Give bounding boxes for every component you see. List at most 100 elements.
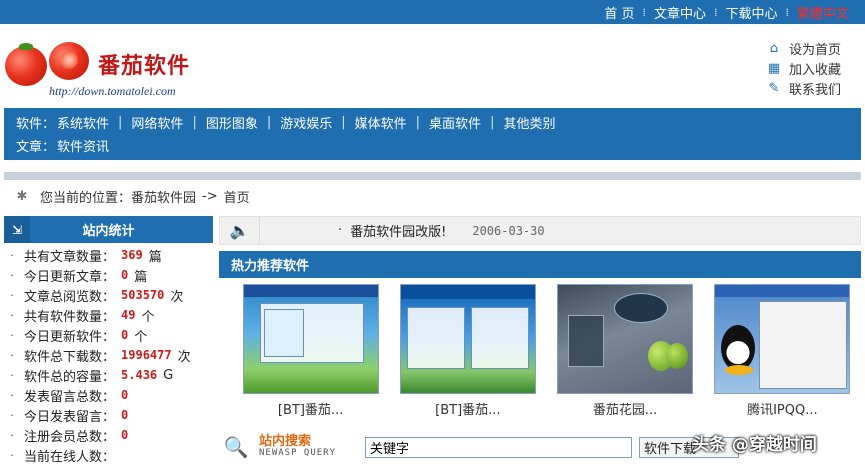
site-search-subtitle: NEWASP QUERY	[259, 448, 337, 459]
stat-value: 5.436	[121, 368, 158, 382]
stat-row: · 当前在线人数：	[4, 445, 213, 465]
article-category-label: 文章：	[16, 140, 56, 155]
stat-label: 当前在线人数：	[24, 449, 116, 465]
logo-title: 番茄软件	[98, 53, 191, 79]
search-input[interactable]	[365, 436, 632, 458]
site-search-title: 站内搜索	[259, 433, 312, 449]
stat-label: 文章总阅览数：	[24, 289, 116, 305]
bullet-icon: ·	[10, 408, 14, 422]
breadcrumb-site-link[interactable]: 番茄软件园	[131, 187, 196, 206]
software-category-label: 软件：	[16, 117, 56, 132]
stat-value: 369	[121, 248, 143, 262]
category-nav: 软件： 系统软件 | 网络软件 | 图形图象 | 游戏娱乐 | 媒体软件 | 桌…	[4, 108, 861, 160]
software-screenshot[interactable]	[399, 284, 536, 394]
stat-label: 今日更新文章：	[24, 269, 116, 285]
home-icon: ⌂	[769, 40, 779, 56]
bullet-icon: ·	[10, 288, 14, 302]
software-card[interactable]: 腾讯IPQQ...	[704, 284, 861, 418]
article-category-row: 文章： 软件资讯	[16, 134, 849, 157]
category-network-software[interactable]: 网络软件	[122, 113, 192, 132]
speaker-icon: 🔈	[220, 217, 260, 244]
software-card[interactable]: 番茄花园...	[547, 284, 704, 418]
site-stats-header: ⇲ 站内统计	[4, 216, 213, 243]
watermark: 头条 @穿越时间	[692, 435, 817, 455]
stat-label: 软件总的容量：	[24, 369, 116, 385]
site-search-title-block: 站内搜索 NEWASP QUERY	[259, 433, 365, 459]
stat-label: 注册会员总数：	[24, 429, 116, 445]
top-nav-downloads[interactable]: 下载中心	[717, 3, 785, 22]
stat-row: · 文章总阅览数： 503570 次	[4, 285, 213, 305]
breadcrumb: ✱ 您当前的位置： 番茄软件园 -> 首页	[4, 184, 861, 208]
top-nav-articles[interactable]: 文章中心	[646, 3, 714, 22]
bullet-icon: ·	[10, 428, 14, 442]
search-icon: 🔍	[223, 435, 249, 459]
bullet-icon: ·	[10, 368, 14, 382]
gift-icon: ▦	[767, 60, 781, 76]
stat-row: · 注册会员总数： 0	[4, 425, 213, 445]
set-homepage-label: 设为首页	[789, 42, 842, 58]
software-screenshot[interactable]	[242, 284, 379, 394]
stat-label: 发表留言总数：	[24, 389, 116, 405]
stat-value: 0	[121, 408, 129, 422]
software-caption[interactable]: 腾讯IPQQ...	[747, 399, 818, 418]
bullet-icon: ·	[10, 348, 14, 362]
software-caption[interactable]: [BT]番茄...	[435, 399, 500, 418]
category-media-software[interactable]: 媒体软件	[346, 113, 416, 132]
bullet-icon: ·	[10, 248, 14, 262]
announcement-link[interactable]: 番茄软件园改版!	[350, 221, 446, 240]
software-caption[interactable]: 番茄花园...	[593, 399, 657, 418]
stat-label: 今日更新软件：	[24, 329, 116, 345]
location-icon: ✱	[16, 188, 28, 204]
software-screenshot[interactable]	[557, 284, 694, 394]
stat-unit: 个	[134, 329, 148, 345]
stat-value: 0	[121, 328, 129, 342]
site-stats-panel: ⇲ 站内统计 · 共有文章数量： 369 篇 · 今日更新文章： 0 篇 · 文章总阅览数： 5…	[4, 216, 213, 469]
arrow-down-icon: ⇲	[4, 216, 30, 243]
top-nav: 首 页 ⁞ 文章中心 ⁞ 下载中心 ⁞ 繁體中文	[596, 0, 857, 24]
stat-row: · 发表留言总数： 0	[4, 385, 213, 405]
top-nav-traditional-chinese[interactable]: 繁體中文	[789, 3, 857, 22]
category-system-software[interactable]: 系统软件	[57, 113, 118, 132]
stat-row: · 软件总下载数： 1996477 次	[4, 345, 213, 365]
contact-us-label: 联系我们	[789, 82, 842, 98]
top-nav-home[interactable]: 首 页	[596, 3, 642, 22]
category-software-news[interactable]: 软件资讯	[57, 136, 118, 155]
software-screenshot[interactable]	[714, 284, 851, 394]
category-games[interactable]: 游戏娱乐	[271, 113, 341, 132]
bullet-icon: ·	[10, 388, 14, 402]
stat-label: 共有文章数量：	[24, 249, 116, 265]
stat-value: 0	[121, 268, 129, 282]
category-desktop-software[interactable]: 桌面软件	[420, 113, 490, 132]
breadcrumb-arrow: ->	[202, 188, 218, 204]
breadcrumb-prefix: 您当前的位置：	[40, 190, 132, 206]
add-favorite-link[interactable]: ▦ 加入收藏	[767, 58, 849, 78]
stat-value: 0	[121, 428, 129, 442]
stat-row: · 今日更新软件： 0 个	[4, 325, 213, 345]
sliced-tomato-icon	[49, 42, 89, 80]
stat-unit: 篇	[148, 249, 162, 265]
contact-us-link[interactable]: ✎ 联系我们	[767, 78, 849, 98]
site-logo[interactable]: 番茄软件 http://down.tomatolei.com	[3, 38, 213, 108]
software-card[interactable]: [BT]番茄...	[232, 284, 389, 418]
site-stats-title: 站内统计	[82, 224, 135, 239]
quick-links: ⌂ 设为首页 ▦ 加入收藏 ✎ 联系我们	[767, 38, 849, 98]
site-stats-list: · 共有文章数量： 369 篇 · 今日更新文章： 0 篇 · 文章总阅览数： 503570 次 …	[4, 243, 213, 465]
edit-icon: ✎	[768, 80, 780, 96]
site-header: 番茄软件 http://down.tomatolei.com ⌂ 设为首页 ▦ …	[0, 24, 865, 108]
stat-value: 1996477	[121, 348, 172, 362]
stat-label: 软件总下载数：	[24, 349, 116, 365]
hot-software-list: [BT]番茄... [BT]番茄... 番茄花园... 腾讯IPQQ...	[219, 278, 861, 418]
stat-unit: 次	[177, 349, 191, 365]
stat-label: 共有软件数量：	[24, 309, 116, 325]
announcement-bullet: ·	[338, 223, 343, 238]
hot-software-title: 热力推荐软件	[219, 251, 861, 278]
breadcrumb-current: 首页	[223, 190, 250, 206]
bullet-icon: ·	[10, 328, 14, 342]
add-favorite-label: 加入收藏	[789, 62, 842, 78]
category-other[interactable]: 其他类别	[494, 113, 564, 132]
software-card[interactable]: [BT]番茄...	[389, 284, 546, 418]
category-graphics[interactable]: 图形图象	[197, 113, 267, 132]
software-caption[interactable]: [BT]番茄...	[278, 399, 343, 418]
set-homepage-link[interactable]: ⌂ 设为首页	[767, 38, 849, 58]
stat-row: · 共有文章数量： 369 篇	[4, 245, 213, 265]
